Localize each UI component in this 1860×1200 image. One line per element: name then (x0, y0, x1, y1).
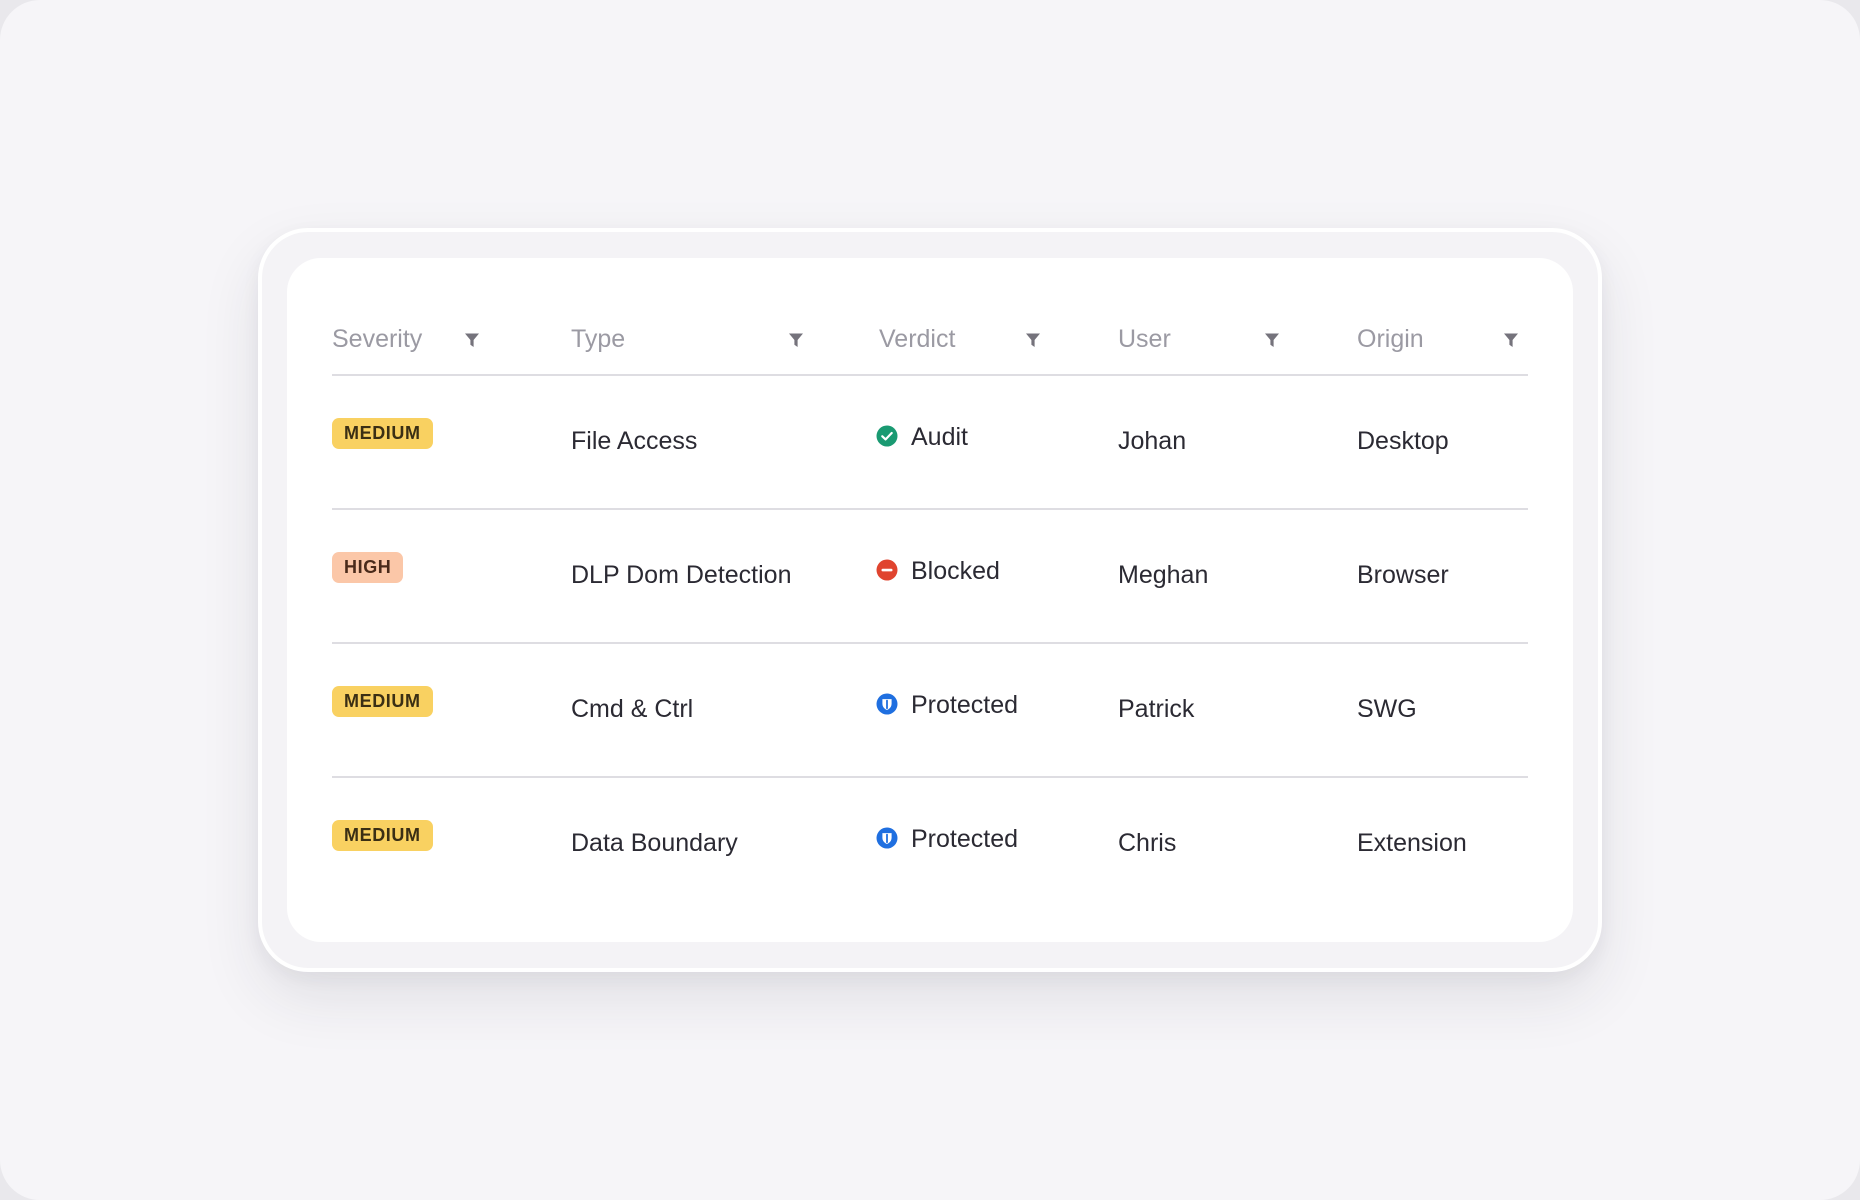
origin-cell: SWG (1357, 695, 1417, 723)
column-header-type[interactable]: Type (571, 324, 811, 354)
column-header-origin[interactable]: Origin (1357, 324, 1537, 354)
severity-badge: MEDIUM (332, 820, 433, 851)
table-row[interactable]: HIGH DLP Dom Detection Blocked Meghan Br… (332, 510, 1528, 644)
filter-icon[interactable] (464, 332, 480, 348)
shield-circle-icon (876, 693, 898, 715)
type-cell: File Access (571, 427, 698, 455)
incidents-table: Severity Type Verdict User Origin MEDIUM… (287, 258, 1573, 942)
type-cell: Data Boundary (571, 829, 738, 857)
filter-icon[interactable] (1503, 332, 1519, 348)
table-row[interactable]: MEDIUM Data Boundary Protected Chris Ext… (332, 778, 1528, 912)
user-cell: Meghan (1118, 561, 1209, 589)
column-header-user[interactable]: User (1118, 324, 1298, 354)
origin-cell: Desktop (1357, 427, 1449, 455)
column-header-label: Verdict (879, 325, 956, 353)
column-header-label: Severity (332, 325, 423, 353)
type-cell: Cmd & Ctrl (571, 695, 694, 723)
table-row[interactable]: MEDIUM Cmd & Ctrl Protected Patrick SWG (332, 644, 1528, 778)
filter-icon[interactable] (1025, 332, 1041, 348)
origin-cell: Extension (1357, 829, 1467, 857)
filter-icon[interactable] (788, 332, 804, 348)
user-cell: Chris (1118, 829, 1177, 857)
filter-icon[interactable] (1264, 332, 1280, 348)
column-header-label: User (1118, 325, 1171, 353)
verdict-cell: Protected (911, 825, 1019, 853)
column-header-label: Origin (1357, 325, 1424, 353)
table-row[interactable]: MEDIUM File Access Audit Johan Desktop (332, 376, 1528, 510)
column-header-label: Type (571, 325, 626, 353)
table-header-row: Severity Type Verdict User Origin (332, 258, 1528, 376)
user-cell: Johan (1118, 427, 1187, 455)
origin-cell: Browser (1357, 561, 1449, 589)
verdict-cell: Audit (911, 423, 968, 451)
severity-badge: MEDIUM (332, 418, 433, 449)
shield-circle-icon (876, 827, 898, 849)
check-circle-icon (876, 425, 898, 447)
column-header-severity[interactable]: Severity (332, 324, 482, 354)
severity-badge: HIGH (332, 552, 404, 583)
background-canvas: Severity Type Verdict User Origin MEDIUM… (0, 0, 1860, 1200)
column-header-verdict[interactable]: Verdict (879, 324, 1059, 354)
severity-badge: MEDIUM (332, 686, 433, 717)
type-cell: DLP Dom Detection (571, 561, 792, 589)
verdict-cell: Protected (911, 691, 1019, 719)
blocked-circle-icon (876, 559, 898, 581)
user-cell: Patrick (1118, 695, 1195, 723)
verdict-cell: Blocked (911, 557, 1000, 585)
